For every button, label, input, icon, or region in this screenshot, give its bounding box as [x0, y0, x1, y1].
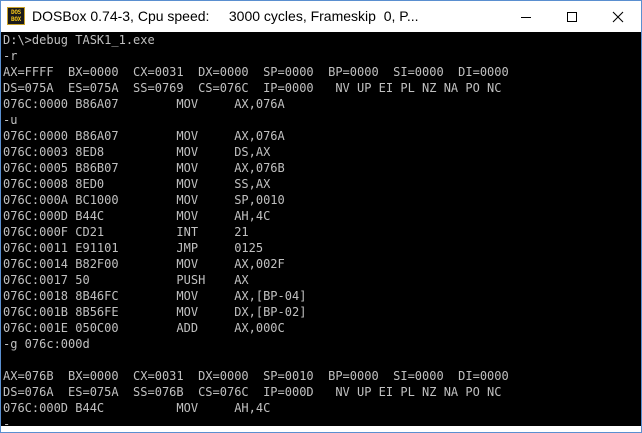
app-icon-text-top: DOS	[11, 9, 21, 16]
maximize-button[interactable]	[549, 1, 595, 32]
console-line: 076C:0014 B82F00 MOV AX,002F	[3, 257, 285, 271]
dosbox-window: DOS BOX DOSBox 0.74-3, Cpu speed: 3000 c…	[0, 0, 642, 433]
console-line: 076C:000D B44C MOV AH,4C	[3, 401, 271, 415]
console-line: 076C:000D B44C MOV AH,4C	[3, 209, 271, 223]
console-line: 076C:000F CD21 INT 21	[3, 225, 249, 239]
console-line: -g 076c:000d	[3, 337, 90, 351]
app-icon-text-bottom: BOX	[11, 16, 21, 23]
console-line: 076C:001E 050C00 ADD AX,000C	[3, 321, 285, 335]
console-line: DS=076A ES=075A SS=076B CS=076C IP=000D …	[3, 385, 502, 399]
dos-console[interactable]: D:\>debug TASK1_1.exe -r AX=FFFF BX=0000…	[1, 32, 641, 426]
title-bar[interactable]: DOS BOX DOSBox 0.74-3, Cpu speed: 3000 c…	[1, 1, 641, 32]
console-line: D:\>debug TASK1_1.exe	[3, 33, 155, 47]
dosbox-app-icon[interactable]: DOS BOX	[7, 7, 25, 25]
console-line: 076C:0000 B86A07 MOV AX,076A	[3, 129, 285, 143]
close-icon	[612, 11, 624, 22]
console-line: AX=076B BX=0000 CX=0031 DX=0000 SP=0010 …	[3, 369, 509, 383]
console-line: 076C:0003 8ED8 MOV DS,AX	[3, 145, 271, 159]
console-line: DS=075A ES=075A SS=0769 CS=076C IP=0000 …	[3, 81, 502, 95]
window-bottom-border	[1, 426, 641, 432]
console-line: 076C:0000 B86A07 MOV AX,076A	[3, 97, 285, 111]
console-line: AX=FFFF BX=0000 CX=0031 DX=0000 SP=0000 …	[3, 65, 509, 79]
minimize-icon	[521, 16, 531, 18]
window-title: DOSBox 0.74-3, Cpu speed: 3000 cycles, F…	[32, 8, 419, 24]
console-line: -r	[3, 49, 18, 63]
console-line: 076C:0018 8B46FC MOV AX,[BP-04]	[3, 289, 307, 303]
console-line: 076C:000A BC1000 MOV SP,0010	[3, 193, 285, 207]
minimize-button[interactable]	[503, 1, 549, 32]
maximize-icon	[567, 11, 577, 22]
console-line: 076C:0005 B86B07 MOV AX,076B	[3, 161, 285, 175]
console-line: -u	[3, 113, 18, 127]
console-line: 076C:0008 8ED0 MOV SS,AX	[3, 177, 271, 191]
console-line: 076C:0017 50 PUSH AX	[3, 273, 249, 287]
close-button[interactable]	[595, 1, 641, 32]
console-line: 076C:001B 8B56FE MOV DX,[BP-02]	[3, 305, 307, 319]
console-prompt-line[interactable]: -_	[3, 416, 17, 426]
console-line: 076C:0011 E91101 JMP 0125	[3, 241, 264, 255]
